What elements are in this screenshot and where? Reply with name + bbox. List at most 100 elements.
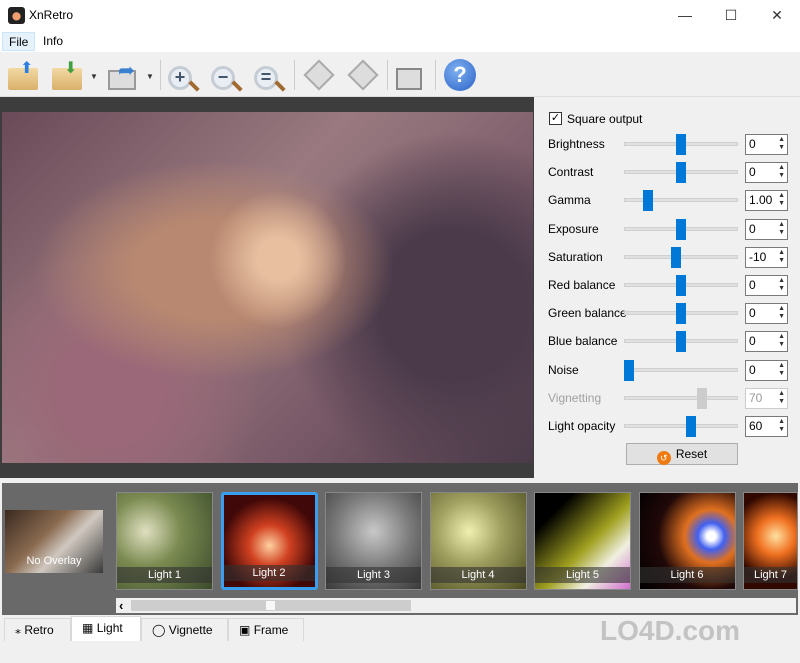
overlay-thumbnail[interactable]: Light 7	[743, 492, 798, 590]
vignetting-label: Vignetting	[548, 390, 602, 405]
exposure-slider-thumb[interactable]	[676, 218, 686, 240]
contrast-label: Contrast	[548, 165, 594, 180]
no-overlay-thumbnail[interactable]: No Overlay	[5, 510, 103, 573]
vignetting-slider-track	[624, 395, 738, 400]
scroll-left-button[interactable]: ‹	[119, 598, 123, 613]
light-opacity-slider-thumb[interactable]	[686, 416, 697, 437]
rotate-right-button[interactable]	[346, 58, 380, 92]
spin-arrows-icon[interactable]: ▲ ▼	[778, 249, 785, 265]
noise-slider-track[interactable]	[624, 367, 738, 372]
maximize-button[interactable]: ☐	[708, 0, 754, 30]
overlay-label: Light 7	[744, 567, 797, 583]
noise-value: 0	[749, 362, 756, 377]
spin-arrows-icon[interactable]: ▲ ▼	[778, 164, 785, 180]
green-balance-slider-thumb[interactable]	[676, 303, 686, 325]
spin-arrows-icon[interactable]: ▲ ▼	[778, 305, 785, 321]
zoom-in-icon: +	[168, 66, 192, 90]
zoom-fit-button[interactable]: =	[252, 58, 286, 92]
exposure-label: Exposure	[548, 221, 599, 236]
saturation-slider-track[interactable]	[624, 254, 738, 259]
saturation-slider-thumb[interactable]	[670, 246, 681, 268]
adjustments-panel: ✓ Square output Brightness 0 ▲ ▼ Contrast 0…	[540, 97, 800, 477]
saturation-value: -10	[749, 249, 767, 264]
zoom-out-button[interactable]: −	[209, 58, 243, 92]
overlay-thumbnail[interactable]: Light 3	[325, 492, 422, 590]
square-output-checkbox[interactable]: ✓	[549, 112, 562, 125]
export-button[interactable]: ➦	[106, 58, 140, 92]
reset-icon: ↺	[656, 451, 671, 465]
tab-retro[interactable]: ⁎ Retro	[4, 618, 71, 641]
blue-balance-spinbox[interactable]: 0 ▲ ▼	[745, 331, 788, 353]
separator	[435, 60, 436, 90]
red-balance-value: 0	[749, 278, 756, 292]
menu-info[interactable]: Info	[37, 32, 69, 51]
window-title: XnRetro	[29, 8, 74, 22]
contrast-value: 0	[749, 165, 756, 180]
tab-frame[interactable]: ▣ Frame	[228, 618, 304, 641]
brightness-spinbox[interactable]: 0 ▲ ▼	[745, 134, 788, 155]
app-icon	[8, 7, 25, 24]
zoom-fit-icon: =	[254, 66, 278, 90]
open-button[interactable]: ⬆	[6, 58, 40, 92]
vignette-icon: ◯	[152, 623, 166, 637]
reset-button[interactable]: ↺ Reset	[626, 443, 738, 465]
red-balance-label: Red balance	[548, 278, 616, 292]
overlay-thumbnail[interactable]: Light 6	[638, 492, 736, 590]
overlay-thumbnail[interactable]: Light 4	[429, 492, 527, 590]
exposure-value: 0	[749, 221, 756, 236]
spin-arrows-icon[interactable]: ▲ ▼	[778, 277, 785, 293]
tab-vignette[interactable]: ◯ Vignette	[141, 618, 228, 641]
title-bar: XnRetro — ☐ ✕	[0, 0, 800, 30]
contrast-slider-thumb[interactable]	[676, 162, 686, 184]
gamma-slider-thumb[interactable]	[642, 190, 653, 212]
reset-label: Reset	[675, 447, 708, 461]
red-balance-slider-thumb[interactable]	[676, 275, 686, 296]
spin-arrows-icon[interactable]: ▲ ▼	[778, 192, 785, 208]
red-balance-spinbox[interactable]: 0 ▲ ▼	[745, 275, 788, 296]
save-dropdown-icon[interactable]: ▼	[90, 72, 98, 81]
green-balance-value: 0	[749, 306, 756, 321]
menu-file[interactable]: File	[2, 32, 36, 51]
overlay-thumbnail[interactable]: Light 1	[116, 492, 213, 590]
overlay-label: Light 4	[430, 567, 526, 583]
spin-arrows-icon[interactable]: ▲ ▼	[778, 136, 785, 152]
rotate-right-icon	[347, 59, 379, 91]
export-dropdown-icon[interactable]: ▼	[146, 72, 154, 81]
zoom-in-button[interactable]: +	[166, 58, 200, 92]
green-balance-spinbox[interactable]: 0 ▲ ▼	[745, 303, 788, 325]
overlay-label: Light 5	[535, 567, 630, 583]
spin-arrows-icon[interactable]: ▲ ▼	[778, 362, 785, 378]
gamma-slider-track[interactable]	[624, 198, 738, 203]
overlay-thumbnail[interactable]: Light 5	[534, 492, 631, 590]
square-output-label: Square output	[567, 112, 643, 126]
gamma-spinbox[interactable]: 1.00 ▲ ▼	[745, 190, 788, 212]
arrow-down-icon: ⬇	[64, 60, 78, 77]
blue-balance-label: Blue balance	[548, 334, 618, 349]
close-button[interactable]: ✕	[754, 0, 800, 30]
exposure-spinbox[interactable]: 0 ▲ ▼	[745, 218, 788, 240]
minimize-button[interactable]: —	[662, 0, 708, 30]
contrast-spinbox[interactable]: 0 ▲ ▼	[745, 162, 788, 184]
blue-balance-value: 0	[749, 334, 756, 349]
tab-label: Retro	[24, 623, 54, 637]
brightness-slider-thumb[interactable]	[676, 134, 686, 155]
wallpaper-button[interactable]	[394, 58, 428, 92]
rotate-left-button[interactable]	[302, 58, 336, 92]
blue-balance-slider-thumb[interactable]	[676, 331, 686, 353]
horizontal-scrollbar[interactable]: ‹	[116, 598, 796, 613]
light-opacity-spinbox[interactable]: 60 ▲ ▼	[745, 416, 788, 437]
overlay-thumbnail[interactable]: Light 2	[220, 492, 318, 590]
vignetting-value: 70	[749, 390, 763, 405]
spin-arrows-icon[interactable]: ▲ ▼	[778, 390, 785, 406]
spin-arrows-icon[interactable]: ▲ ▼	[778, 418, 785, 434]
noise-spinbox[interactable]: 0 ▲ ▼	[745, 359, 788, 381]
tab-light[interactable]: ▦ Light	[71, 616, 141, 641]
light-opacity-slider-track[interactable]	[624, 424, 738, 428]
help-icon[interactable]: ?	[444, 59, 476, 91]
save-button[interactable]: ⬇	[50, 58, 84, 92]
noise-slider-thumb[interactable]	[624, 359, 634, 381]
spin-arrows-icon[interactable]: ▲ ▼	[778, 333, 785, 349]
overlay-label: Light 2	[223, 565, 315, 581]
saturation-spinbox[interactable]: -10 ▲ ▼	[745, 246, 788, 268]
spin-arrows-icon[interactable]: ▲ ▼	[778, 221, 785, 237]
